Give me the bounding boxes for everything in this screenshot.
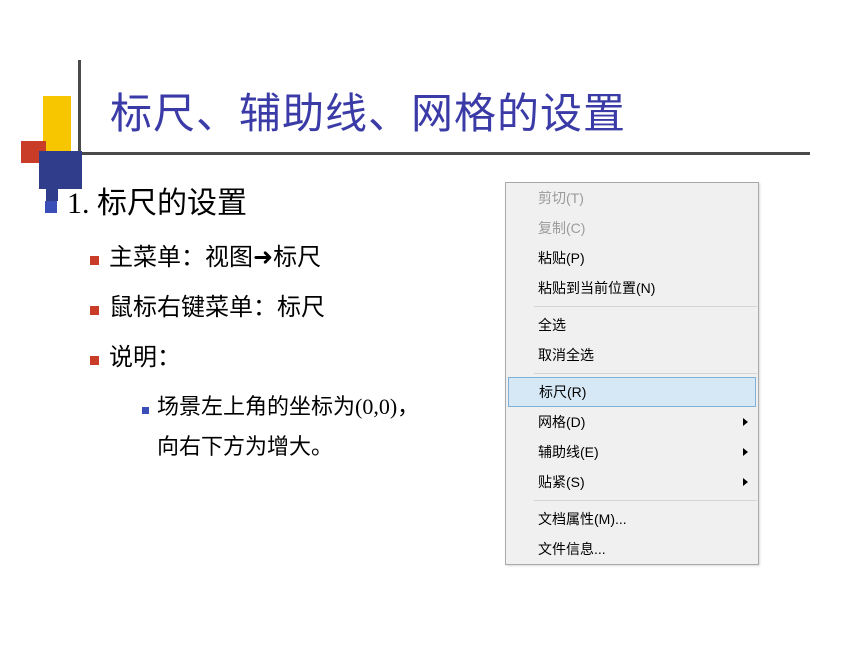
slide-content: 1. 标尺的设置 主菜单：视图➜标尺 鼠标右键菜单：标尺 说明： 场景左上角的坐… (45, 178, 495, 471)
nested-item: 场景左上角的坐标为(0,0)， 向右下方为增大。 (142, 387, 495, 466)
arrow-icon: ➜ (253, 244, 273, 271)
nested-list: 场景左上角的坐标为(0,0)， 向右下方为增大。 (142, 387, 495, 466)
slide-title: 标尺、辅助线、网格的设置 (110, 80, 810, 141)
menu-item-copy[interactable]: 复制(C) (506, 213, 758, 243)
sub-text: 鼠标右键菜单：标尺 (109, 287, 325, 322)
sub-item: 主菜单：视图➜标尺 (90, 237, 495, 272)
red-bullet-icon (90, 356, 99, 365)
menu-item-paste-in-place[interactable]: 粘贴到当前位置(N) (506, 273, 758, 303)
submenu-arrow-icon (743, 448, 748, 456)
section-number: 1. (67, 187, 90, 220)
menu-label: 辅助线(E) (538, 444, 599, 460)
blue-bullet-icon (45, 201, 57, 213)
menu-item-deselect-all[interactable]: 取消全选 (506, 340, 758, 370)
menu-path-suffix: 标尺 (273, 245, 321, 271)
section-heading-text: 标尺的设置 (97, 187, 247, 220)
menu-item-snap[interactable]: 贴紧(S) (506, 467, 758, 497)
nested-line1: 场景左上角的坐标为(0,0)， (157, 394, 419, 419)
menu-separator (534, 500, 757, 501)
menu-separator (534, 373, 757, 374)
menu-item-doc-properties[interactable]: 文档属性(M)... (506, 504, 758, 534)
menu-label: 网格(D) (538, 414, 585, 430)
menu-item-paste[interactable]: 粘贴(P) (506, 243, 758, 273)
menu-item-ruler[interactable]: 标尺(R) (508, 377, 756, 407)
menu-label: 贴紧(S) (538, 474, 585, 490)
small-blue-bullet-icon (142, 407, 149, 414)
menu-item-file-info[interactable]: 文件信息... (506, 534, 758, 564)
nested-line2: 向右下方为增大。 (157, 434, 333, 459)
menu-separator (534, 306, 757, 307)
sub-item: 说明： (90, 337, 495, 372)
nested-text: 场景左上角的坐标为(0,0)， 向右下方为增大。 (157, 387, 419, 466)
menu-item-grid[interactable]: 网格(D) (506, 407, 758, 437)
context-menu: 剪切(T) 复制(C) 粘贴(P) 粘贴到当前位置(N) 全选 取消全选 标尺(… (505, 182, 759, 565)
dec-small-rect (46, 189, 58, 201)
menu-item-select-all[interactable]: 全选 (506, 310, 758, 340)
submenu-arrow-icon (743, 418, 748, 426)
slide-decoration (0, 26, 100, 186)
section-heading: 1. 标尺的设置 (45, 178, 495, 222)
sub-item: 鼠标右键菜单：标尺 (90, 287, 495, 322)
slide-title-area: 标尺、辅助线、网格的设置 (110, 80, 810, 141)
sub-text: 主菜单：视图➜标尺 (109, 237, 321, 272)
dec-yellow-rect (43, 96, 71, 154)
submenu-arrow-icon (743, 478, 748, 486)
dec-blue-rect (39, 151, 82, 189)
sub-text: 说明： (109, 337, 181, 372)
menu-item-cut[interactable]: 剪切(T) (506, 183, 758, 213)
title-underline (50, 152, 810, 155)
menu-item-guides[interactable]: 辅助线(E) (506, 437, 758, 467)
menu-path-prefix: 主菜单：视图 (109, 245, 253, 271)
red-bullet-icon (90, 306, 99, 315)
sub-list: 主菜单：视图➜标尺 鼠标右键菜单：标尺 说明： 场景左上角的坐标为(0,0)， … (90, 237, 495, 466)
red-bullet-icon (90, 256, 99, 265)
